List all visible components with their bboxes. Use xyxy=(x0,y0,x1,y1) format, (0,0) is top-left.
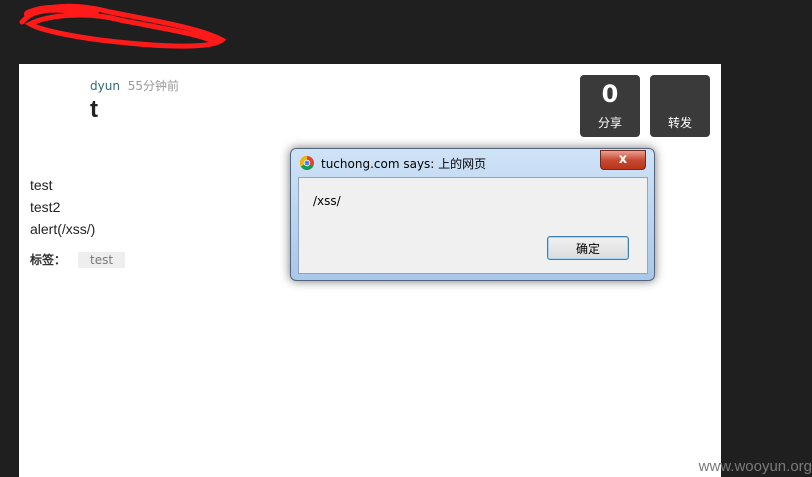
tag-item[interactable]: test xyxy=(78,252,126,268)
tags-row: 标签： test xyxy=(30,251,126,268)
content-line: test2 xyxy=(30,199,61,215)
dialog-titlebar[interactable]: tuchong.com says: 上的网页 x xyxy=(291,149,654,176)
content-line: alert(/xss/) xyxy=(30,221,96,237)
author-link[interactable]: dyun xyxy=(90,79,120,93)
tags-label: 标签： xyxy=(30,253,67,267)
repost-button[interactable]: 转发 xyxy=(650,75,710,137)
share-button[interactable]: 0 分享 xyxy=(580,75,640,137)
dialog-message: /xss/ xyxy=(313,194,341,208)
alert-dialog: tuchong.com says: 上的网页 x /xss/ 确定 xyxy=(290,148,655,281)
ok-button[interactable]: 确定 xyxy=(547,236,629,260)
dialog-title: tuchong.com says: 上的网页 xyxy=(321,157,487,171)
content-line: test xyxy=(30,177,53,193)
close-button[interactable]: x xyxy=(600,150,646,170)
post-content: test test2 alert(/xss/) xyxy=(30,174,95,240)
redaction-scribble xyxy=(19,3,227,49)
post-meta: dyun 55分钟前 xyxy=(90,77,179,94)
share-count: 0 xyxy=(601,80,619,108)
post-title: t xyxy=(90,96,98,123)
post-time: 55分钟前 xyxy=(127,79,180,93)
dialog-body: /xss/ 确定 xyxy=(298,177,648,274)
watermark: www.wooyun.org xyxy=(698,458,812,475)
chrome-icon xyxy=(300,156,314,170)
share-label: 分享 xyxy=(597,116,622,130)
repost-label: 转发 xyxy=(667,116,692,130)
